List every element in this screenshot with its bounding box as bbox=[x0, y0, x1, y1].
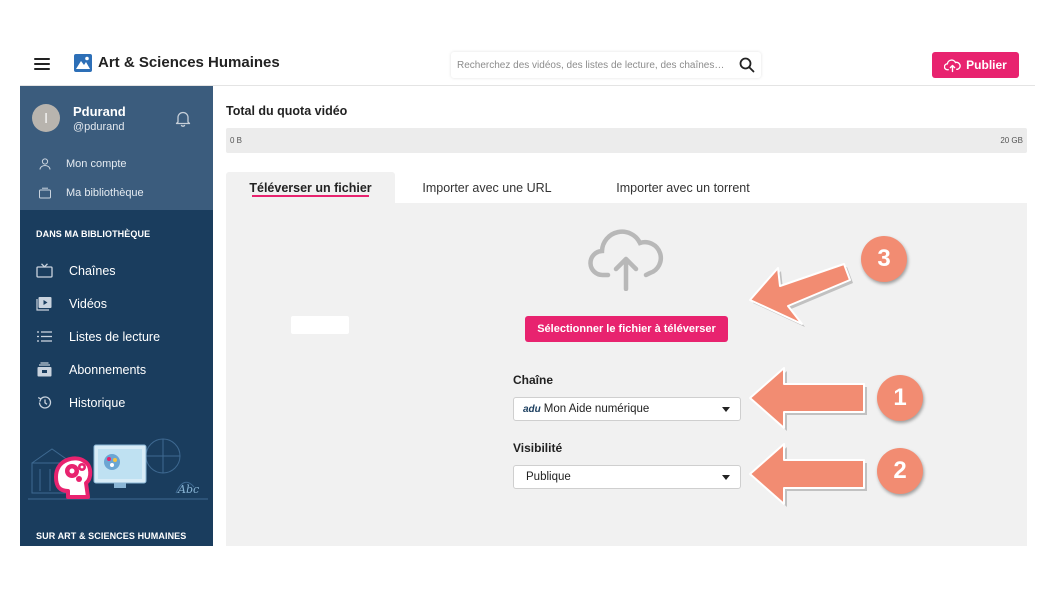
quota-max: 20 GB bbox=[1000, 136, 1023, 145]
sidebar: l Pdurand @pdurand Mon compte Ma bibliot… bbox=[20, 86, 213, 546]
channel-label: Chaîne bbox=[513, 373, 554, 387]
logo-icon[interactable] bbox=[74, 54, 92, 72]
select-file-button[interactable]: Sélectionner le fichier à téléverser bbox=[525, 316, 728, 342]
annotation-arrow-1 bbox=[749, 367, 867, 431]
list-icon bbox=[37, 331, 52, 342]
history-icon bbox=[37, 396, 52, 409]
sidebar-item-label: Vidéos bbox=[69, 296, 107, 311]
annotation-badge-3: 3 bbox=[861, 236, 907, 282]
visibility-value: Publique bbox=[526, 471, 571, 483]
sidebar-item-label: Chaînes bbox=[69, 263, 116, 278]
quota-title: Total du quota vidéo bbox=[226, 104, 348, 118]
library-link-label: Ma bibliothèque bbox=[66, 187, 144, 199]
menu-icon[interactable] bbox=[34, 58, 50, 70]
channel-value: Mon Aide numérique bbox=[543, 403, 650, 415]
sidebar-item-label: Abonnements bbox=[69, 362, 147, 377]
person-icon bbox=[39, 158, 51, 170]
search-box[interactable] bbox=[451, 52, 761, 78]
user-block: l Pdurand @pdurand Mon compte Ma bibliot… bbox=[20, 86, 213, 210]
annotation-arrow-3 bbox=[749, 263, 853, 327]
chevron-down-icon bbox=[722, 407, 730, 412]
library-link[interactable]: Ma bibliothèque bbox=[38, 187, 144, 199]
quota-min: 0 B bbox=[230, 136, 243, 145]
tab-label: Téléverser un fichier bbox=[249, 180, 372, 195]
search-icon[interactable] bbox=[739, 57, 755, 73]
promo-illustration: Abc bbox=[28, 438, 208, 500]
chevron-down-icon bbox=[722, 475, 730, 480]
cloud-upload-icon bbox=[588, 229, 664, 291]
sidebar-item-channels[interactable]: Chaînes bbox=[36, 263, 116, 278]
sidebar-item-label: Historique bbox=[69, 395, 126, 410]
quota-bar: 0 B 20 GB bbox=[226, 128, 1027, 153]
sidebar-item-videos[interactable]: Vidéos bbox=[36, 296, 107, 311]
search-input[interactable] bbox=[457, 56, 729, 74]
top-header: Art & Sciences Humaines Publier bbox=[20, 44, 1035, 86]
channel-logo: adu bbox=[523, 403, 541, 415]
tab-import-torrent[interactable]: Importer avec un torrent bbox=[588, 172, 778, 203]
annotation-arrow-2 bbox=[749, 443, 867, 507]
about-section-title: SUR ART & SCIENCES HUMAINES bbox=[36, 531, 187, 541]
app-title[interactable]: Art & Sciences Humaines bbox=[98, 54, 280, 71]
visibility-select[interactable]: Publique bbox=[513, 465, 741, 489]
tv-icon bbox=[36, 263, 53, 278]
publish-button[interactable]: Publier bbox=[932, 52, 1019, 78]
cloud-upload-icon bbox=[944, 58, 961, 72]
tab-label: Importer avec une URL bbox=[422, 180, 552, 195]
account-link-label: Mon compte bbox=[66, 158, 127, 170]
library-icon bbox=[39, 187, 51, 199]
library-section-title: DANS MA BIBLIOTHÈQUE bbox=[36, 229, 151, 239]
video-icon bbox=[36, 297, 52, 311]
avatar[interactable]: l bbox=[32, 104, 60, 132]
sidebar-item-playlists[interactable]: Listes de lecture bbox=[36, 329, 160, 344]
tab-import-url[interactable]: Importer avec une URL bbox=[408, 172, 566, 203]
tab-upload-file[interactable]: Téléverser un fichier bbox=[226, 172, 395, 203]
channel-select[interactable]: adu Mon Aide numérique bbox=[513, 397, 741, 421]
svg-text:Abc: Abc bbox=[177, 483, 199, 496]
user-name[interactable]: Pdurand bbox=[73, 104, 126, 119]
blank-field bbox=[291, 316, 349, 334]
sidebar-item-history[interactable]: Historique bbox=[36, 395, 125, 410]
sidebar-item-subscriptions[interactable]: Abonnements bbox=[36, 362, 146, 377]
visibility-label: Visibilité bbox=[513, 441, 563, 455]
annotation-badge-2: 2 bbox=[877, 448, 923, 494]
sidebar-item-label: Listes de lecture bbox=[69, 329, 161, 344]
upload-panel: Sélectionner le fichier à téléverser Cha… bbox=[226, 203, 1027, 546]
active-tab-indicator bbox=[252, 195, 369, 197]
app-window: Art & Sciences Humaines Publier l Pduran… bbox=[0, 0, 1058, 595]
annotation-badge-1: 1 bbox=[877, 375, 923, 421]
tab-label: Importer avec un torrent bbox=[616, 180, 750, 195]
subscriptions-icon bbox=[37, 362, 52, 377]
bell-icon[interactable] bbox=[175, 110, 191, 127]
publish-label: Publier bbox=[966, 58, 1007, 72]
account-link[interactable]: Mon compte bbox=[38, 158, 127, 170]
user-handle: @pdurand bbox=[73, 121, 125, 133]
